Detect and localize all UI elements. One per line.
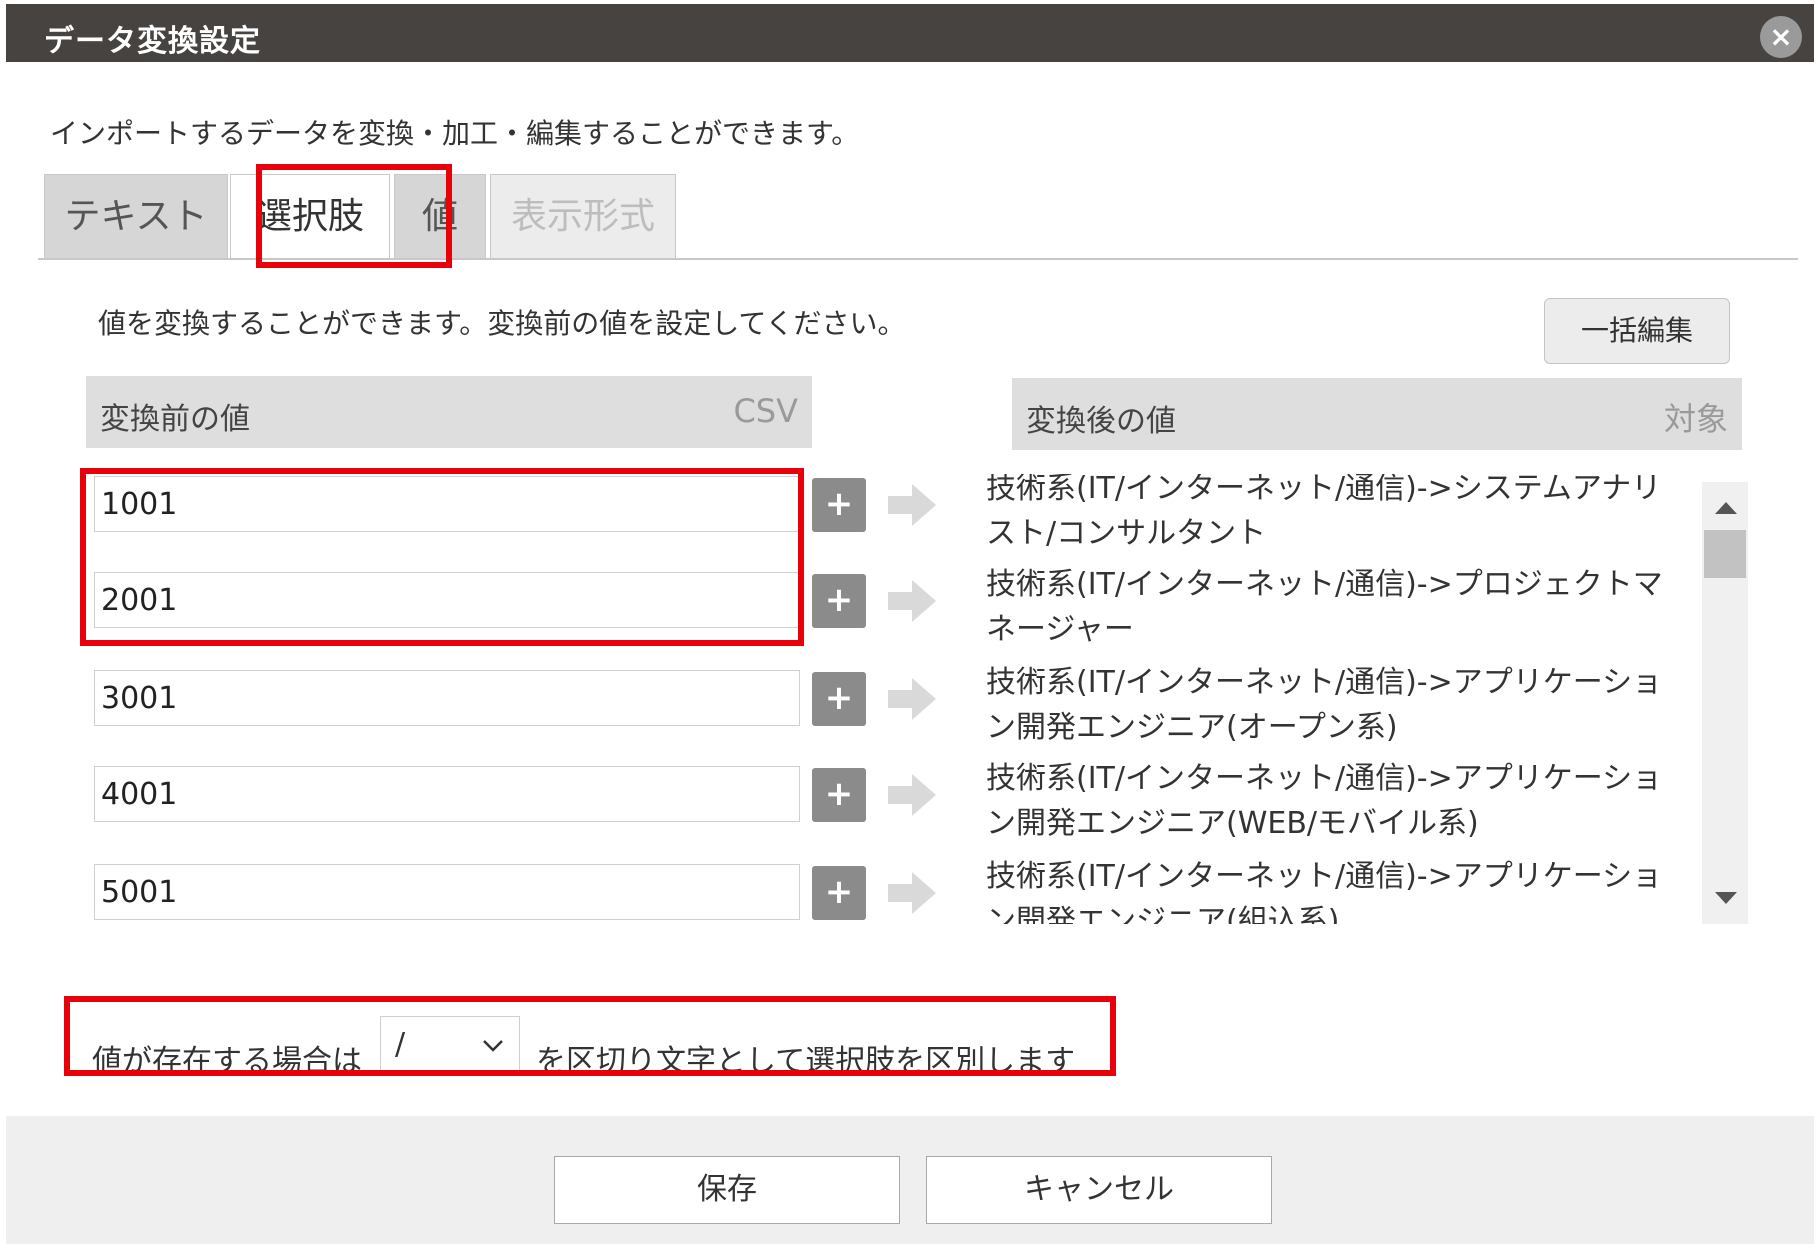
- tab-divider: [38, 258, 1798, 260]
- mapping-row: + 技術系(IT/インターネット/通信)->アプリケーション開発エンジニア(オー…: [86, 665, 1756, 766]
- add-icon[interactable]: +: [812, 478, 866, 532]
- tab-text[interactable]: テキスト: [44, 174, 228, 258]
- dialog-title: データ変換設定: [44, 24, 261, 59]
- save-button[interactable]: 保存: [554, 1156, 900, 1224]
- after-value-text: 技術系(IT/インターネット/通信)->プロジェクトマネージャー: [986, 567, 1663, 647]
- separator-selected-value: /: [395, 1027, 406, 1062]
- scroll-thumb[interactable]: [1704, 530, 1746, 578]
- panel-description: 値を変換することができます。変換前の値を設定してください。: [98, 307, 906, 340]
- scroll-up-icon[interactable]: [1715, 502, 1737, 514]
- bulk-edit-button[interactable]: 一括編集: [1544, 298, 1730, 364]
- dialog-description: インポートするデータを変換・加工・編集することができます。: [50, 117, 860, 150]
- after-value-text: 技術系(IT/インターネット/通信)->システムアナリスト/コンサルタント: [986, 474, 1662, 551]
- mapping-scrollbar[interactable]: [1702, 482, 1748, 924]
- dialog-titlebar: データ変換設定 ×: [6, 4, 1814, 62]
- add-icon[interactable]: +: [812, 574, 866, 628]
- add-icon[interactable]: +: [812, 768, 866, 822]
- arrow-right-icon: [888, 872, 936, 914]
- after-value-text: 技術系(IT/インターネット/通信)->アプリケーション開発エンジニア(オープン…: [986, 665, 1663, 745]
- data-conversion-dialog: データ変換設定 × インポートするデータを変換・加工・編集することができます。 …: [6, 4, 1814, 1244]
- arrow-right-icon: [888, 484, 936, 526]
- before-value-input[interactable]: [94, 476, 800, 532]
- mapping-row: + 技術系(IT/インターネット/通信)->プロジェクトマネージャー: [86, 567, 1756, 668]
- add-icon[interactable]: +: [812, 866, 866, 920]
- arrow-right-icon: [888, 678, 936, 720]
- mapping-row: + 技術系(IT/インターネット/通信)->システムアナリスト/コンサルタント: [86, 474, 1756, 572]
- after-value-header-tag: 対象: [1663, 400, 1728, 438]
- separator-after-text: を区切り文字として選択肢を区別します: [536, 1044, 1076, 1079]
- after-value-header: 変換後の値 対象: [1012, 378, 1742, 450]
- before-value-input[interactable]: [94, 572, 800, 628]
- chevron-down-icon: [483, 1040, 503, 1052]
- after-value-header-label: 変換後の値: [1026, 404, 1176, 439]
- close-icon[interactable]: ×: [1760, 16, 1802, 58]
- tab-display-format[interactable]: 表示形式: [490, 174, 676, 258]
- before-value-input[interactable]: [94, 864, 800, 920]
- separator-before-text: 値が存在する場合は: [92, 1044, 362, 1079]
- tab-choices[interactable]: 選択肢: [230, 174, 390, 258]
- tab-value[interactable]: 値: [394, 174, 486, 258]
- scroll-down-icon[interactable]: [1715, 892, 1737, 904]
- before-value-input[interactable]: [94, 766, 800, 822]
- mapping-row: + 技術系(IT/インターネット/通信)->アプリケーション開発エンジニア(WE…: [86, 761, 1756, 862]
- before-value-header: 変換前の値 CSV: [86, 376, 812, 448]
- before-value-header-tag: CSV: [733, 392, 798, 430]
- after-value-text: 技術系(IT/インターネット/通信)->アプリケーション開発エンジニア(WEB/…: [986, 761, 1663, 841]
- arrow-right-icon: [888, 774, 936, 816]
- arrow-right-icon: [888, 580, 936, 622]
- before-value-header-label: 変換前の値: [100, 402, 250, 437]
- after-value-text: 技術系(IT/インターネット/通信)->アプリケーション開発エンジニア(組込系): [986, 859, 1663, 924]
- mapping-list: + 技術系(IT/インターネット/通信)->システムアナリスト/コンサルタント …: [86, 474, 1756, 924]
- separator-select[interactable]: /: [380, 1016, 520, 1076]
- add-icon[interactable]: +: [812, 672, 866, 726]
- dialog-footer: 保存 キャンセル: [6, 1116, 1814, 1244]
- before-value-input[interactable]: [94, 670, 800, 726]
- mapping-row: + 技術系(IT/インターネット/通信)->アプリケーション開発エンジニア(組込…: [86, 859, 1756, 924]
- cancel-button[interactable]: キャンセル: [926, 1156, 1272, 1224]
